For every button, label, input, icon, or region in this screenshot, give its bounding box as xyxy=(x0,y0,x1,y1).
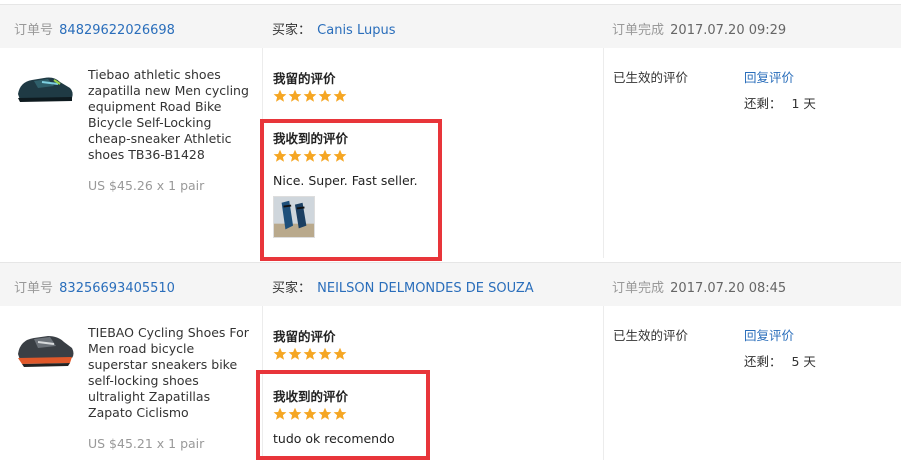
star-icon xyxy=(318,89,332,102)
column-divider xyxy=(603,306,604,460)
order-row: Tiebao athletic shoes zapatilla new Men … xyxy=(0,48,901,261)
remaining-label: 还剩： xyxy=(744,96,782,111)
product-thumbnail-shoe[interactable] xyxy=(14,326,76,374)
buyer-link[interactable]: NEILSON DELMONDES DE SOUZA xyxy=(317,281,534,296)
order-completed-time: 2017.07.20 08:45 xyxy=(670,281,787,296)
star-icon xyxy=(333,347,347,360)
order-header: 订单号 84829622026698 买家： Canis Lupus 订单完成 … xyxy=(0,4,901,48)
my-feedback-stars xyxy=(273,347,347,361)
product-price: US $45.26 x 1 pair xyxy=(88,178,205,193)
buyer-label: 买家： xyxy=(272,23,312,38)
effective-feedback-label: 已生效的评价 xyxy=(613,328,689,343)
buyer-link[interactable]: Canis Lupus xyxy=(317,23,395,38)
product-price: US $45.21 x 1 pair xyxy=(88,436,205,451)
product-thumbnail-shoe[interactable] xyxy=(14,64,76,112)
remaining-time: 还剩： 1 天 xyxy=(744,93,816,112)
order-id-label: 订单号 xyxy=(14,281,54,296)
star-icon xyxy=(318,347,332,360)
order-status: 订单完成 2017.07.20 08:45 xyxy=(612,277,786,296)
my-feedback-title: 我留的评价 xyxy=(273,329,336,344)
star-icon xyxy=(303,347,317,360)
remaining-label: 还剩： xyxy=(744,354,782,369)
order-row: TIEBAO Cycling Shoes For Men road bicycl… xyxy=(0,306,901,460)
star-icon xyxy=(333,89,347,102)
remaining-value: 1 天 xyxy=(791,96,816,111)
my-feedback-title: 我留的评价 xyxy=(273,71,336,86)
order-status-label: 订单完成 xyxy=(612,23,665,38)
effective-feedback-label: 已生效的评价 xyxy=(613,70,689,85)
order-id: 订单号 84829622026698 xyxy=(14,19,175,38)
highlight-box xyxy=(256,370,430,460)
star-icon xyxy=(303,89,317,102)
star-icon xyxy=(288,347,302,360)
star-icon xyxy=(273,347,287,360)
highlight-box xyxy=(260,119,442,261)
order-id-link[interactable]: 83256693405510 xyxy=(59,281,175,296)
order-status: 订单完成 2017.07.20 09:29 xyxy=(612,19,786,38)
star-icon xyxy=(288,89,302,102)
reply-feedback-link[interactable]: 回复评价 xyxy=(744,67,794,86)
remaining-value: 5 天 xyxy=(791,354,816,369)
remaining-time: 还剩： 5 天 xyxy=(744,351,816,370)
order-header: 订单号 83256693405510 买家： NEILSON DELMONDES… xyxy=(0,262,901,306)
buyer: 买家： NEILSON DELMONDES DE SOUZA xyxy=(272,277,534,296)
reply-feedback-link[interactable]: 回复评价 xyxy=(744,325,794,344)
product-title-link[interactable]: Tiebao athletic shoes zapatilla new Men … xyxy=(88,67,256,163)
product-title-link[interactable]: TIEBAO Cycling Shoes For Men road bicycl… xyxy=(88,325,256,421)
order-id-label: 订单号 xyxy=(14,23,54,38)
buyer: 买家： Canis Lupus xyxy=(272,19,395,38)
star-icon xyxy=(273,89,287,102)
column-divider xyxy=(603,48,604,258)
order-id-link[interactable]: 84829622026698 xyxy=(59,23,175,38)
order-id: 订单号 83256693405510 xyxy=(14,277,175,296)
order-status-label: 订单完成 xyxy=(612,281,665,296)
order-completed-time: 2017.07.20 09:29 xyxy=(670,23,787,38)
my-feedback-stars xyxy=(273,89,347,103)
buyer-label: 买家： xyxy=(272,281,312,296)
